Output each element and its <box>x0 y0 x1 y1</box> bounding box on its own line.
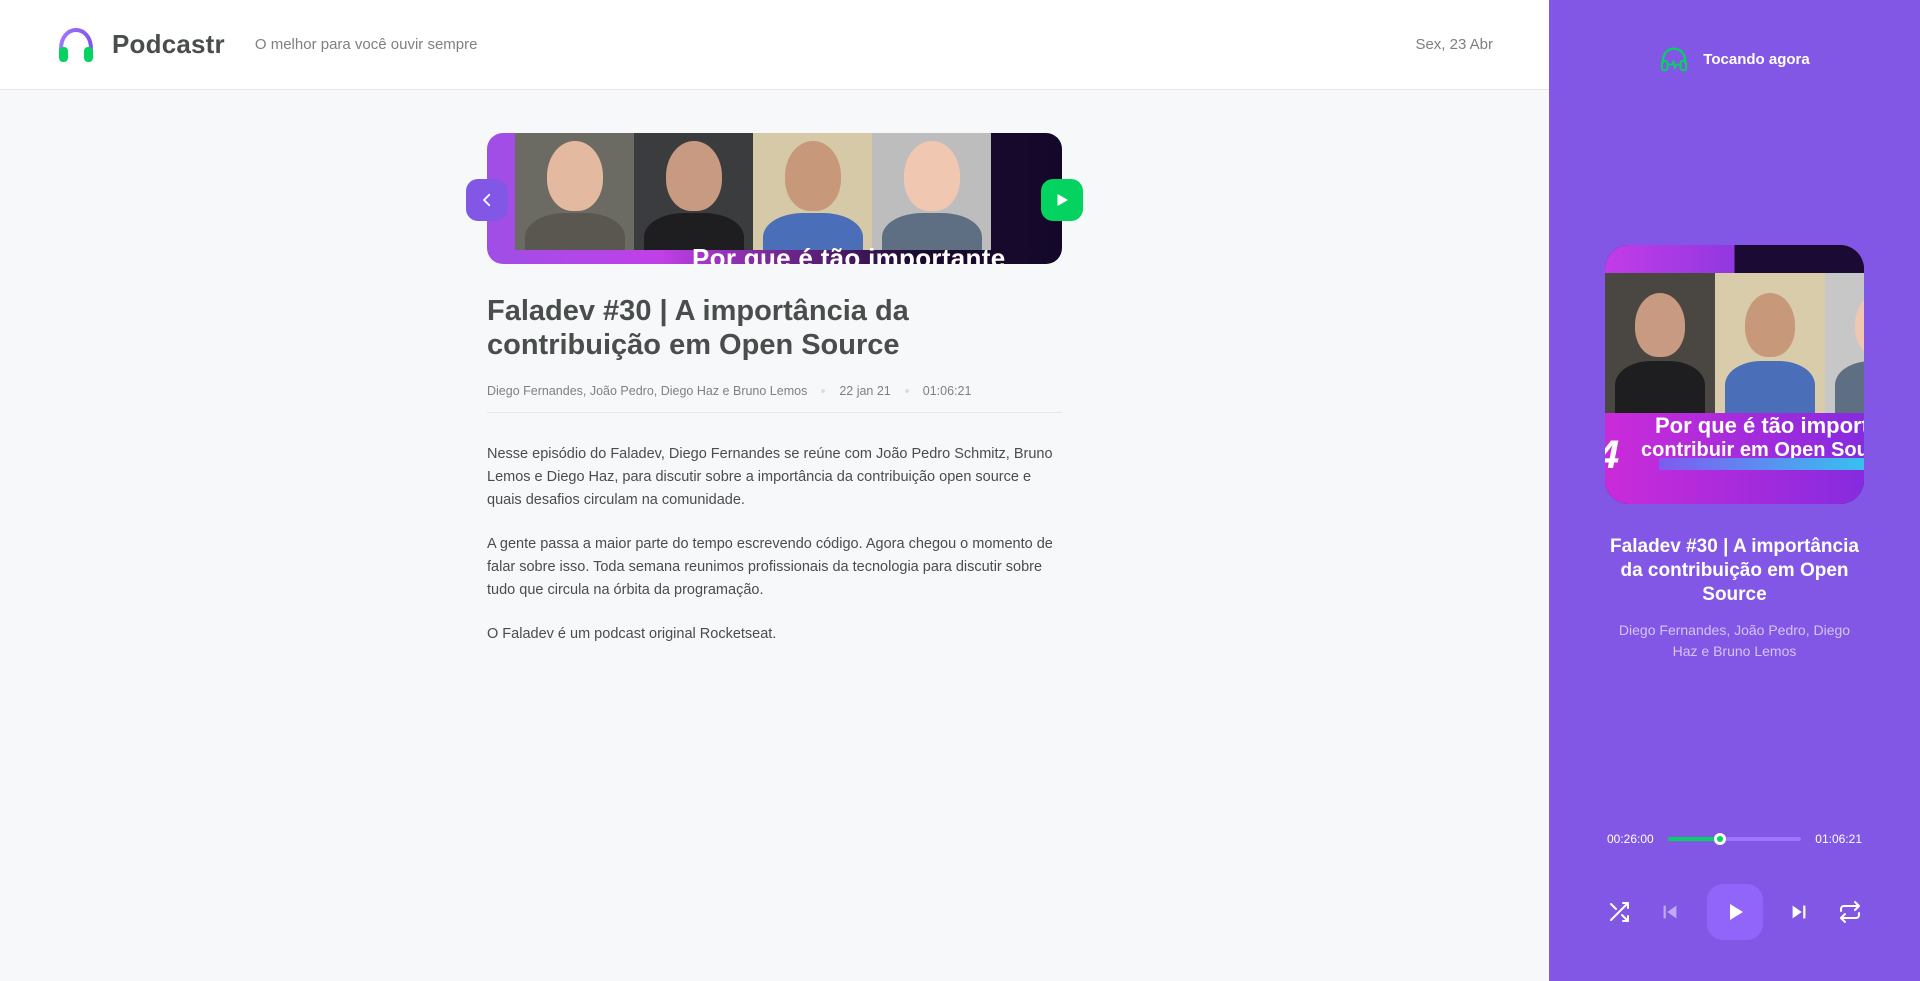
headphones-logo-icon <box>59 27 93 62</box>
total-time: 01:06:21 <box>1815 832 1862 846</box>
progress-fill <box>1667 837 1720 841</box>
play-icon <box>1057 194 1068 206</box>
thumbnail-caption: Por que é tão importante <box>692 243 1006 264</box>
separator-dot <box>821 389 826 393</box>
description-paragraph: A gente passa a maior parte do tempo esc… <box>487 536 1053 598</box>
progress-slider[interactable] <box>1667 833 1802 845</box>
repeat-icon <box>1840 901 1860 923</box>
description-paragraph: Nesse episódio do Faladev, Diego Fernand… <box>487 446 1053 508</box>
brand-name: Podcastr <box>112 29 225 59</box>
episode-description: Nesse episódio do Faladev, Diego Fernand… <box>487 443 1062 646</box>
separator-dot <box>904 389 909 393</box>
player-cover: 4 Por que é tão importante contribuir em… <box>1605 245 1864 504</box>
participant-photo <box>872 133 991 250</box>
participant-photo <box>753 133 872 250</box>
previous-icon <box>1663 905 1677 919</box>
episode-page: Por que é tão importante Faladev #30 | A… <box>466 133 1083 667</box>
headphones-icon <box>1661 47 1688 72</box>
episode-meta: Diego Fernandes, João Pedro, Diego Haz e… <box>487 384 1062 413</box>
current-date: Sex, 23 Abr <box>1415 36 1493 53</box>
next-icon <box>1792 905 1806 919</box>
participant-photo <box>515 133 634 250</box>
episode-title: Faladev #30 | A importância da contribui… <box>487 295 909 361</box>
shuffle-icon <box>1610 902 1629 922</box>
cover-caption-line1: Por que é tão importante <box>1655 413 1864 438</box>
player-episode-title: Faladev #30 | A importância da contribui… <box>1610 536 1859 605</box>
play-icon <box>1729 904 1743 920</box>
slogan: O melhor para você ouvir sempre <box>254 36 478 53</box>
repeat-button[interactable] <box>1836 898 1864 926</box>
back-button[interactable] <box>466 179 508 221</box>
shuffle-button[interactable] <box>1605 898 1633 926</box>
now-playing-header: Tocando agora <box>1549 44 1920 74</box>
episode-date: 22 jan 21 <box>839 384 891 398</box>
logo[interactable]: Podcastr <box>56 25 225 65</box>
now-playing-label: Tocando agora <box>1703 50 1810 68</box>
episode-members: Diego Fernandes, João Pedro, Diego Haz e… <box>487 384 808 398</box>
episode-thumbnail: Por que é tão importante <box>487 133 1062 264</box>
play-episode-button[interactable] <box>1041 179 1083 221</box>
participant-photo <box>1605 273 1715 413</box>
participant-photo <box>1715 273 1825 413</box>
app-header: Podcastr O melhor para você ouvir sempre… <box>0 0 1549 90</box>
play-pause-button[interactable] <box>1706 884 1763 940</box>
previous-button[interactable] <box>1656 898 1684 926</box>
player-controls <box>1605 884 1864 940</box>
progress-area: 00:26:00 01:06:21 <box>1607 832 1862 846</box>
participant-photo <box>634 133 753 250</box>
player-panel: Tocando agora 4 Por que é tão importante… <box>1549 0 1920 981</box>
current-time: 00:26:00 <box>1607 832 1654 846</box>
description-paragraph: O Faladev é um podcast original Rocketse… <box>487 626 777 642</box>
progress-handle[interactable] <box>1713 833 1726 845</box>
next-button[interactable] <box>1785 898 1813 926</box>
episode-thumbnail-container: Por que é tão importante <box>466 133 1083 264</box>
episode-duration: 01:06:21 <box>922 384 972 398</box>
participant-photo <box>1825 273 1864 413</box>
chevron-left-icon <box>483 193 491 207</box>
player-episode-members: Diego Fernandes, João Pedro, Diego Haz e… <box>1618 622 1851 659</box>
